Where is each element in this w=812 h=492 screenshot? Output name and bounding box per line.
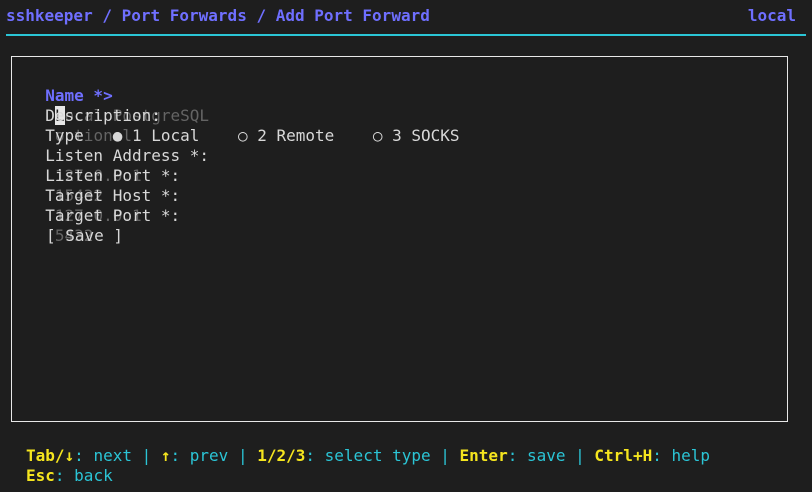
target-port-label: Target Port *: (45, 206, 181, 225)
help-key-type: 1/2/3 (257, 446, 306, 465)
help-desc-save: : save (507, 446, 566, 465)
save-button[interactable]: [ Save ] (46, 226, 123, 246)
help-separator: | (565, 446, 595, 465)
help-desc-prev: : prev (170, 446, 229, 465)
help-separator: | (131, 446, 161, 465)
mode-indicator: local (747, 6, 796, 25)
type-option-remote[interactable]: ○ 2 Remote (238, 126, 334, 145)
help-separator: | (228, 446, 258, 465)
radio-unselected-icon: ○ (237, 126, 248, 145)
type-option-socks-label: 3 SOCKS (392, 126, 460, 145)
help-key-esc: Esc (26, 466, 55, 485)
help-desc-back: : back (54, 466, 113, 485)
help-key-enter: Enter (459, 446, 508, 465)
help-line-1: Tab/↓: next | ↑: prev | 1/2/3: select ty… (26, 446, 710, 466)
help-key-ctrl-h: Ctrl+H (594, 446, 653, 465)
header-divider (6, 34, 806, 36)
type-option-socks[interactable]: ○ 3 SOCKS (373, 126, 460, 145)
breadcrumb: sshkeeper / Port Forwards / Add Port For… (6, 6, 430, 25)
help-desc-next: : next (74, 446, 132, 465)
type-option-remote-label: 2 Remote (257, 126, 335, 145)
help-key-tab: Tab/↓ (26, 446, 75, 465)
help-line-2: Esc: back (26, 466, 113, 486)
help-desc-select-type: : select type (305, 446, 431, 465)
help-key-up: ↑ (160, 446, 171, 465)
help-desc-help: : help (652, 446, 710, 465)
help-separator: | (430, 446, 460, 465)
